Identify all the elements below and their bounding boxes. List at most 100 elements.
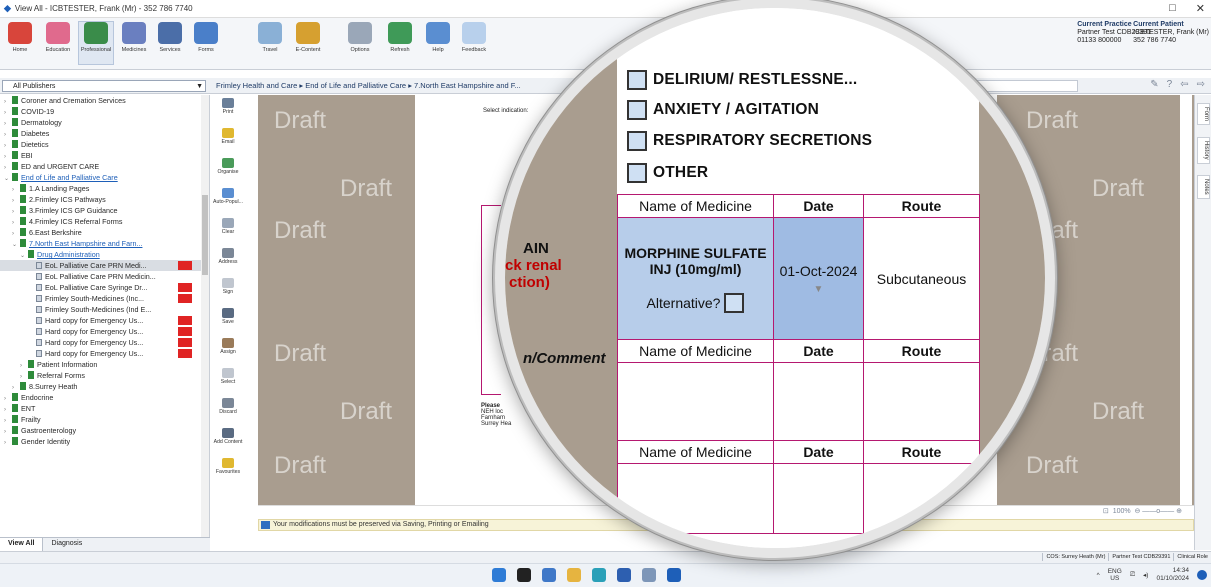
tool-button[interactable]: Sign xyxy=(211,278,245,305)
tree-item[interactable]: › Endocrine xyxy=(0,392,209,403)
checkbox-square[interactable] xyxy=(627,163,647,183)
medicine-cell[interactable]: MORPHINE SULFATE INJ (10mg/ml) Alternati… xyxy=(617,217,774,340)
date-field[interactable]: 01-Oct-2024 ▼ xyxy=(773,217,864,340)
ribbon-forms-button[interactable]: Forms xyxy=(188,22,224,53)
forward-arrow-icon[interactable]: ⇨ xyxy=(1197,79,1205,90)
date-field-empty[interactable] xyxy=(773,463,864,534)
expand-arrow-icon[interactable]: › xyxy=(4,438,12,449)
medicine-cell-empty[interactable] xyxy=(617,463,774,534)
tool-button[interactable]: Discard xyxy=(211,398,245,425)
volume-icon[interactable]: ◂) xyxy=(1143,571,1148,579)
remove-badge-icon[interactable] xyxy=(178,327,192,336)
file-explorer-icon[interactable] xyxy=(567,568,581,582)
tree-item[interactable]: › 1.A Landing Pages xyxy=(0,183,209,194)
zoom-control[interactable]: ⊡ 100% ⊖ ——o—— ⊕ xyxy=(1103,507,1182,515)
tree-item[interactable]: › 2.Frimley ICS Pathways xyxy=(0,194,209,205)
tool-button[interactable]: Save xyxy=(211,308,245,335)
tool-button[interactable]: Auto-Popul... xyxy=(211,188,245,215)
remove-badge-icon[interactable] xyxy=(178,338,192,347)
checkbox-respiratory[interactable]: RESPIRATORY SECRETIONS xyxy=(627,131,872,151)
tree-item[interactable]: › EBI xyxy=(0,150,209,161)
tree-item[interactable]: Hard copy for Emergency Us... xyxy=(0,337,209,348)
tree-item[interactable]: ⌄ End of Life and Palliative Care xyxy=(0,172,209,183)
tree-item[interactable]: Frimley South-Medicines (Ind E... xyxy=(0,304,209,315)
ribbon-services-button[interactable]: Services xyxy=(152,22,188,53)
breadcrumb[interactable]: Frimley Health and Care ▸ End of Life an… xyxy=(216,81,521,90)
language-indicator[interactable]: ENG US xyxy=(1108,568,1122,582)
ribbon-professional-button[interactable]: Professional xyxy=(78,21,114,65)
tree-item[interactable]: › Patient Information xyxy=(0,359,209,370)
tool-button[interactable]: Email xyxy=(211,128,245,155)
tab-diagnosis[interactable]: Diagnosis xyxy=(43,538,90,551)
remove-badge-icon[interactable] xyxy=(178,283,192,292)
app-icon[interactable] xyxy=(642,568,656,582)
ribbon-home-button[interactable]: Home xyxy=(2,22,38,53)
checkbox-anxiety[interactable]: ANXIETY / AGITATION xyxy=(627,100,819,120)
tab-notes[interactable]: Notes xyxy=(1197,175,1210,199)
edge-browser-icon[interactable] xyxy=(592,568,606,582)
tool-button[interactable]: Assign xyxy=(211,338,245,365)
tool-button[interactable]: Favourites xyxy=(211,458,245,485)
ribbon-travel-button[interactable]: Travel xyxy=(252,22,288,53)
close-button[interactable]: ✕ xyxy=(1196,2,1205,15)
medicine-cell-empty[interactable] xyxy=(617,362,774,441)
tree-item[interactable]: › ENT xyxy=(0,403,209,414)
notification-icon[interactable] xyxy=(1197,570,1207,580)
scrollbar-thumb[interactable] xyxy=(202,195,208,275)
back-arrow-icon[interactable]: ⇦ xyxy=(1180,79,1188,90)
ribbon-help-button[interactable]: Help xyxy=(420,22,456,53)
task-view-icon[interactable] xyxy=(517,568,531,582)
ribbon-refresh-button[interactable]: Refresh xyxy=(382,22,418,53)
checkbox-delirium[interactable]: DELIRIUM/ RESTLESSNE... xyxy=(627,70,857,90)
tab-view-all[interactable]: View All xyxy=(0,538,44,551)
tree-item[interactable]: › 6.East Berkshire xyxy=(0,227,209,238)
tree-item[interactable]: Hard copy for Emergency Us... xyxy=(0,348,209,359)
tree-item[interactable]: EoL Palliative Care PRN Medicin... xyxy=(0,271,209,282)
tree-item[interactable]: Hard copy for Emergency Us... xyxy=(0,326,209,337)
tree-item[interactable]: › 3.Frimley ICS GP Guidance xyxy=(0,205,209,216)
tree-item[interactable]: Hard copy for Emergency Us... xyxy=(0,315,209,326)
route-field-empty[interactable] xyxy=(863,362,980,441)
sidebar-scrollbar[interactable] xyxy=(201,95,209,537)
help-question-icon[interactable]: ? xyxy=(1167,79,1173,90)
ribbon-medicines-button[interactable]: Medicines xyxy=(116,22,152,53)
tool-button[interactable]: Address xyxy=(211,248,245,275)
tree-item[interactable]: › Coroner and Cremation Services xyxy=(0,95,209,106)
remove-badge-icon[interactable] xyxy=(178,349,192,358)
tab-form[interactable]: Form xyxy=(1197,103,1210,125)
start-icon[interactable] xyxy=(492,568,506,582)
checkbox-other[interactable]: OTHER xyxy=(627,163,708,183)
remove-badge-icon[interactable] xyxy=(178,294,192,303)
clock[interactable]: 14:34 01/10/2024 xyxy=(1156,567,1189,583)
tool-button[interactable]: Clear xyxy=(211,218,245,245)
chat-icon[interactable] xyxy=(542,568,556,582)
ribbon-feedback-button[interactable]: Feedback xyxy=(456,22,492,53)
tab-history[interactable]: History xyxy=(1197,137,1210,164)
tree-item[interactable]: › Gastroenterology xyxy=(0,425,209,436)
tool-button[interactable]: Select xyxy=(211,368,245,395)
ribbon-education-button[interactable]: Education xyxy=(40,22,76,53)
store-icon[interactable] xyxy=(617,568,631,582)
dropdown-arrow-icon[interactable]: ▼ xyxy=(814,284,824,295)
tree-item[interactable]: › COVID-19 xyxy=(0,106,209,117)
tree-item[interactable]: › Dermatology xyxy=(0,117,209,128)
document-vertical-scrollbar[interactable] xyxy=(1180,95,1192,505)
tree-item[interactable]: Frimley South-Medicines (Inc... xyxy=(0,293,209,304)
tool-button[interactable]: Print xyxy=(211,98,245,125)
route-field-empty[interactable] xyxy=(863,463,980,534)
tree-item[interactable]: EoL Palliative Care PRN Medi... xyxy=(0,260,209,271)
tree-item[interactable]: ⌄ Drug Administration xyxy=(0,249,209,260)
tree-item[interactable]: › Referral Forms xyxy=(0,370,209,381)
tree-item[interactable]: › Gender Identity xyxy=(0,436,209,447)
date-field-empty[interactable] xyxy=(773,362,864,441)
tree-item[interactable]: › Frailty xyxy=(0,414,209,425)
tree-item[interactable]: › ED and URGENT CARE xyxy=(0,161,209,172)
chevron-up-icon[interactable]: ^ xyxy=(1097,572,1100,579)
tool-button[interactable]: Organise xyxy=(211,158,245,185)
tree-item[interactable]: › 8.Surrey Heath xyxy=(0,381,209,392)
tree-item[interactable]: › Diabetes xyxy=(0,128,209,139)
tree-item[interactable]: EoL Palliative Care Syringe Dr... xyxy=(0,282,209,293)
route-field[interactable]: Subcutaneous xyxy=(863,217,980,340)
network-icon[interactable]: ⎚ xyxy=(1130,571,1135,579)
ribbon-options-button[interactable]: Options xyxy=(342,22,378,53)
